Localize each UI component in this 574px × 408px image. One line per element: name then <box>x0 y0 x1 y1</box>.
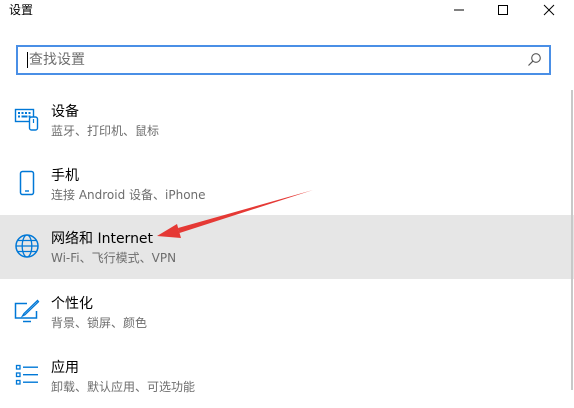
apps-icon <box>15 364 38 385</box>
item-label: 应用 <box>51 360 79 376</box>
item-description: 连接 Android 设备、iPhone <box>51 188 206 202</box>
close-button[interactable] <box>526 0 572 20</box>
item-label: 网络和 Internet <box>51 231 154 247</box>
item-description: 卸载、默认应用、可选功能 <box>51 380 196 394</box>
window-title: 设置 <box>9 3 34 17</box>
minimize-icon <box>454 9 464 11</box>
minimize-button[interactable] <box>436 0 482 20</box>
item-description: 背景、锁屏、颜色 <box>51 316 148 330</box>
settings-item-apps[interactable]: 应用 卸载、默认应用、可选功能 <box>0 344 574 408</box>
search-icon[interactable] <box>527 52 542 67</box>
item-label: 个性化 <box>51 296 93 312</box>
title-bar: 设置 <box>0 0 574 22</box>
item-description: 蓝牙、打印机、鼠标 <box>51 124 160 138</box>
item-label: 设备 <box>51 104 79 120</box>
personalization-icon <box>14 299 40 323</box>
search-box[interactable] <box>16 45 551 75</box>
settings-item-devices[interactable]: 设备 蓝牙、打印机、鼠标 <box>0 88 574 152</box>
maximize-icon <box>498 5 508 15</box>
settings-item-phone[interactable]: 手机 连接 Android 设备、iPhone <box>0 152 574 216</box>
settings-item-network[interactable]: 网络和 Internet Wi-Fi、飞行模式、VPN <box>0 215 574 279</box>
settings-item-personalization[interactable]: 个性化 背景、锁屏、颜色 <box>0 280 574 344</box>
globe-icon <box>15 234 39 258</box>
close-icon <box>543 4 555 16</box>
search-input[interactable] <box>29 50 509 70</box>
item-description: Wi-Fi、飞行模式、VPN <box>51 251 177 265</box>
text-caret <box>27 52 28 68</box>
item-label: 手机 <box>51 168 79 184</box>
maximize-button[interactable] <box>480 0 526 20</box>
devices-icon <box>14 108 39 131</box>
phone-icon <box>19 170 35 196</box>
scrollbar[interactable] <box>571 90 573 390</box>
